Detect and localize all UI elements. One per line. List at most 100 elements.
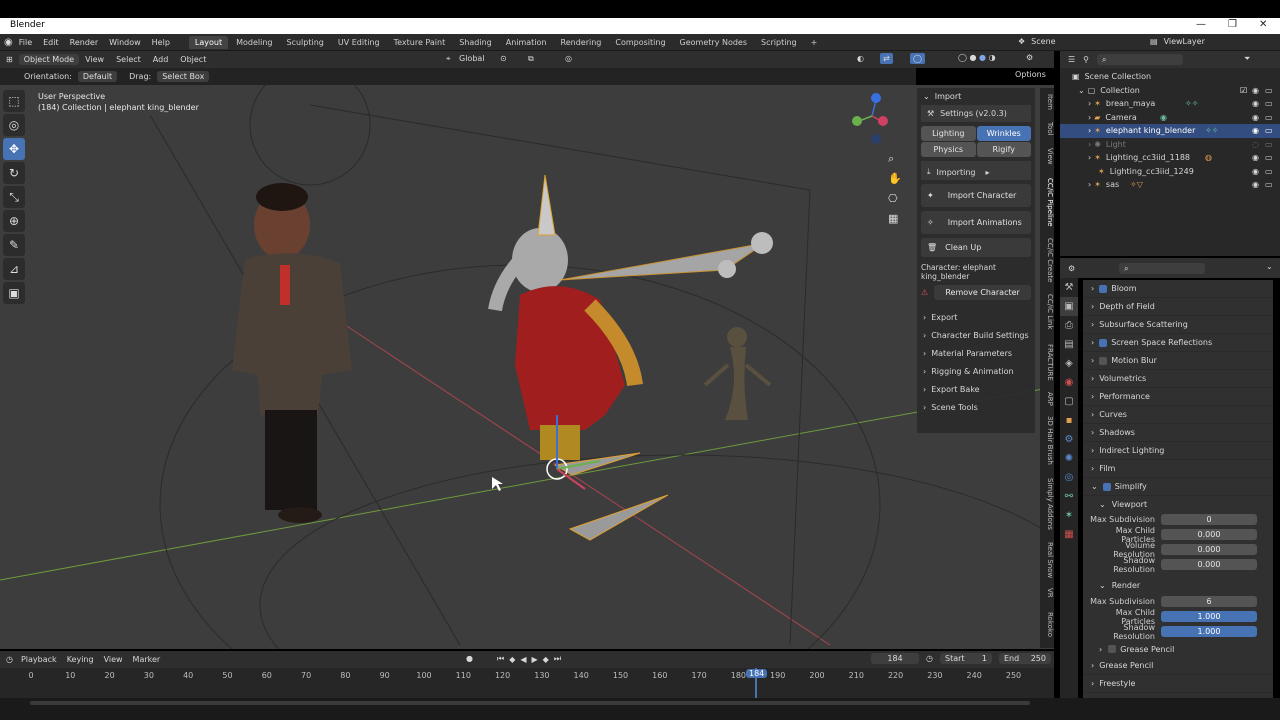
- visibility-icon[interactable]: ◐: [857, 54, 864, 63]
- checkbox-icon[interactable]: [1099, 338, 1108, 347]
- tab-fracture[interactable]: FRACTURE: [1040, 344, 1054, 381]
- overlay-toggle-icon[interactable]: ◯: [910, 53, 925, 64]
- jump-end-icon[interactable]: ⏭: [554, 654, 561, 664]
- tab-tool[interactable]: Tool: [1040, 122, 1054, 136]
- maximize-button[interactable]: ❐: [1228, 19, 1237, 30]
- scale-tool-icon[interactable]: ⤡: [3, 186, 25, 208]
- measure-tool-icon[interactable]: ⊿: [3, 258, 25, 280]
- eye-icon[interactable]: ◉: [1252, 86, 1259, 95]
- physics-button[interactable]: Physics: [921, 142, 976, 157]
- render-subpanel[interactable]: ⌄ Render: [1083, 576, 1273, 594]
- section-performance[interactable]: › Performance: [1083, 388, 1273, 406]
- eye-icon[interactable]: ◉: [1252, 113, 1259, 122]
- field-value[interactable]: 0.000: [1161, 529, 1257, 540]
- field-value[interactable]: 0.000: [1161, 544, 1257, 555]
- tab-sculpting[interactable]: Sculpting: [281, 36, 330, 49]
- camera-icon[interactable]: ▭: [1265, 167, 1273, 176]
- jump-start-icon[interactable]: ⏮: [497, 654, 504, 664]
- field-value[interactable]: 0.000: [1161, 559, 1257, 570]
- gizmo-toggle-icon[interactable]: ⇄: [880, 53, 893, 64]
- record-icon[interactable]: ●: [466, 654, 473, 663]
- menu-view[interactable]: View: [85, 55, 104, 64]
- outliner-editor-icon[interactable]: ☰: [1068, 55, 1075, 64]
- field-value[interactable]: 1.000: [1161, 626, 1257, 637]
- section-grease-pencil[interactable]: › Grease Pencil: [1083, 657, 1273, 675]
- timeline-view-menu[interactable]: View: [104, 655, 123, 664]
- outliner-item-camera[interactable]: › ▰ Camera ◉ ◉ ▭: [1060, 111, 1280, 125]
- material-shading-icon[interactable]: ●: [979, 53, 986, 62]
- camera-icon[interactable]: ▭: [1265, 86, 1273, 95]
- current-frame-field[interactable]: 184: [871, 653, 919, 664]
- field-value[interactable]: 0: [1161, 514, 1257, 525]
- clean-up-button[interactable]: 🗑 Clean Up: [921, 238, 1031, 257]
- data-tab-icon[interactable]: ✶: [1060, 506, 1078, 525]
- timeline-ruler[interactable]: 0 10 20 30 40 50 60 70 80 90 100 110 120 130 140 150 160…: [0, 668, 1054, 698]
- tab-geometry-nodes[interactable]: Geometry Nodes: [674, 36, 753, 49]
- navigation-gizmo[interactable]: [850, 90, 894, 146]
- scene-tab-icon[interactable]: ◈: [1060, 354, 1078, 373]
- options-button[interactable]: Options: [1015, 70, 1046, 79]
- section-motion-blur[interactable]: › Motion Blur: [1083, 352, 1273, 370]
- menu-render[interactable]: Render: [70, 38, 98, 47]
- proportional-edit-icon[interactable]: ◎: [565, 54, 572, 63]
- section-volumetrics[interactable]: › Volumetrics: [1083, 370, 1273, 388]
- section-simplify[interactable]: ⌄ Simplify: [1083, 478, 1273, 496]
- constraints-tab-icon[interactable]: ⚯: [1060, 487, 1078, 506]
- tab-view[interactable]: View: [1040, 148, 1054, 165]
- tool-tab-icon[interactable]: ⚒: [1060, 278, 1078, 297]
- scrollbar-thumb[interactable]: [30, 701, 1030, 705]
- rotate-tool-icon[interactable]: ↻: [3, 162, 25, 184]
- minimize-button[interactable]: —: [1196, 19, 1206, 30]
- tab-layout[interactable]: Layout: [188, 35, 229, 49]
- wireframe-shading-icon[interactable]: ◯: [958, 53, 967, 62]
- solid-shading-icon[interactable]: ●: [970, 53, 977, 62]
- section-export[interactable]: › Export: [917, 308, 1035, 326]
- scene-selector[interactable]: ❖ Scene: [1018, 37, 1056, 46]
- playhead-label[interactable]: 184: [746, 669, 768, 678]
- import-panel-header[interactable]: ⌄ Import: [917, 88, 1035, 105]
- editor-type-icon[interactable]: ⊞: [6, 55, 13, 64]
- tab-uv-editing[interactable]: UV Editing: [332, 36, 386, 49]
- tab-real-snow[interactable]: Real Snow: [1040, 542, 1054, 578]
- eye-icon[interactable]: ◉: [1252, 99, 1259, 108]
- checkbox-icon[interactable]: [1099, 284, 1108, 293]
- start-frame-field[interactable]: Start 1: [940, 653, 992, 664]
- camera-icon[interactable]: ▭: [1265, 140, 1273, 149]
- viewport-subpanel[interactable]: ⌄ Viewport: [1083, 496, 1273, 512]
- eye-icon[interactable]: ◉: [1252, 126, 1259, 135]
- tab-scripting[interactable]: Scripting: [755, 36, 803, 49]
- object-tab-icon[interactable]: ▪: [1060, 411, 1078, 430]
- view-layer-selector[interactable]: ▤ ViewLayer: [1150, 37, 1205, 46]
- tab-texture-paint[interactable]: Texture Paint: [388, 36, 452, 49]
- tab-modeling[interactable]: Modeling: [230, 36, 278, 49]
- section-film[interactable]: › Film: [1083, 460, 1273, 478]
- camera-icon[interactable]: ▭: [1265, 126, 1273, 135]
- outliner-search-input[interactable]: ⌕: [1097, 54, 1184, 65]
- pan-hand-icon[interactable]: ✋: [888, 169, 902, 189]
- properties-editor-icon[interactable]: ⚙: [1068, 264, 1075, 273]
- playback-menu[interactable]: Playback: [21, 655, 57, 664]
- field-value[interactable]: 6: [1161, 596, 1257, 607]
- select-box-tool-icon[interactable]: ⬚: [3, 90, 25, 112]
- remove-character-button[interactable]: Remove Character: [934, 285, 1031, 300]
- section-freestyle[interactable]: › Freestyle: [1083, 675, 1273, 693]
- tab-shading[interactable]: Shading: [453, 36, 498, 49]
- camera-icon[interactable]: ▭: [1265, 180, 1273, 189]
- display-mode-icon[interactable]: ⚲: [1083, 55, 1089, 64]
- tab-vr[interactable]: VR: [1040, 588, 1054, 598]
- importing-row[interactable]: ⤓ Importing ▸: [921, 161, 1031, 180]
- outliner-item-lighting-1188[interactable]: › ✶ Lighting_cc3iid_1188 ◍ ◉ ▭: [1060, 151, 1280, 165]
- section-shadows[interactable]: › Shadows: [1083, 424, 1273, 442]
- import-animations-button[interactable]: ✧ Import Animations: [921, 211, 1031, 234]
- tab-rokoko[interactable]: Rokoko: [1040, 612, 1054, 637]
- marker-menu[interactable]: Marker: [133, 655, 161, 664]
- camera-view-icon[interactable]: ⎔: [888, 189, 902, 209]
- camera-icon[interactable]: ▭: [1265, 99, 1273, 108]
- outliner-item-brean-maya[interactable]: › ✶ brean_maya ✧✧ ◉ ▭: [1060, 97, 1280, 111]
- menu-file[interactable]: File: [19, 38, 32, 47]
- menu-window[interactable]: Window: [109, 38, 141, 47]
- rendered-shading-icon[interactable]: ◑: [989, 53, 996, 62]
- properties-search-input[interactable]: ⌕: [1119, 262, 1206, 274]
- world-tab-icon[interactable]: ◉: [1060, 373, 1078, 392]
- section-curves[interactable]: › Curves: [1083, 406, 1273, 424]
